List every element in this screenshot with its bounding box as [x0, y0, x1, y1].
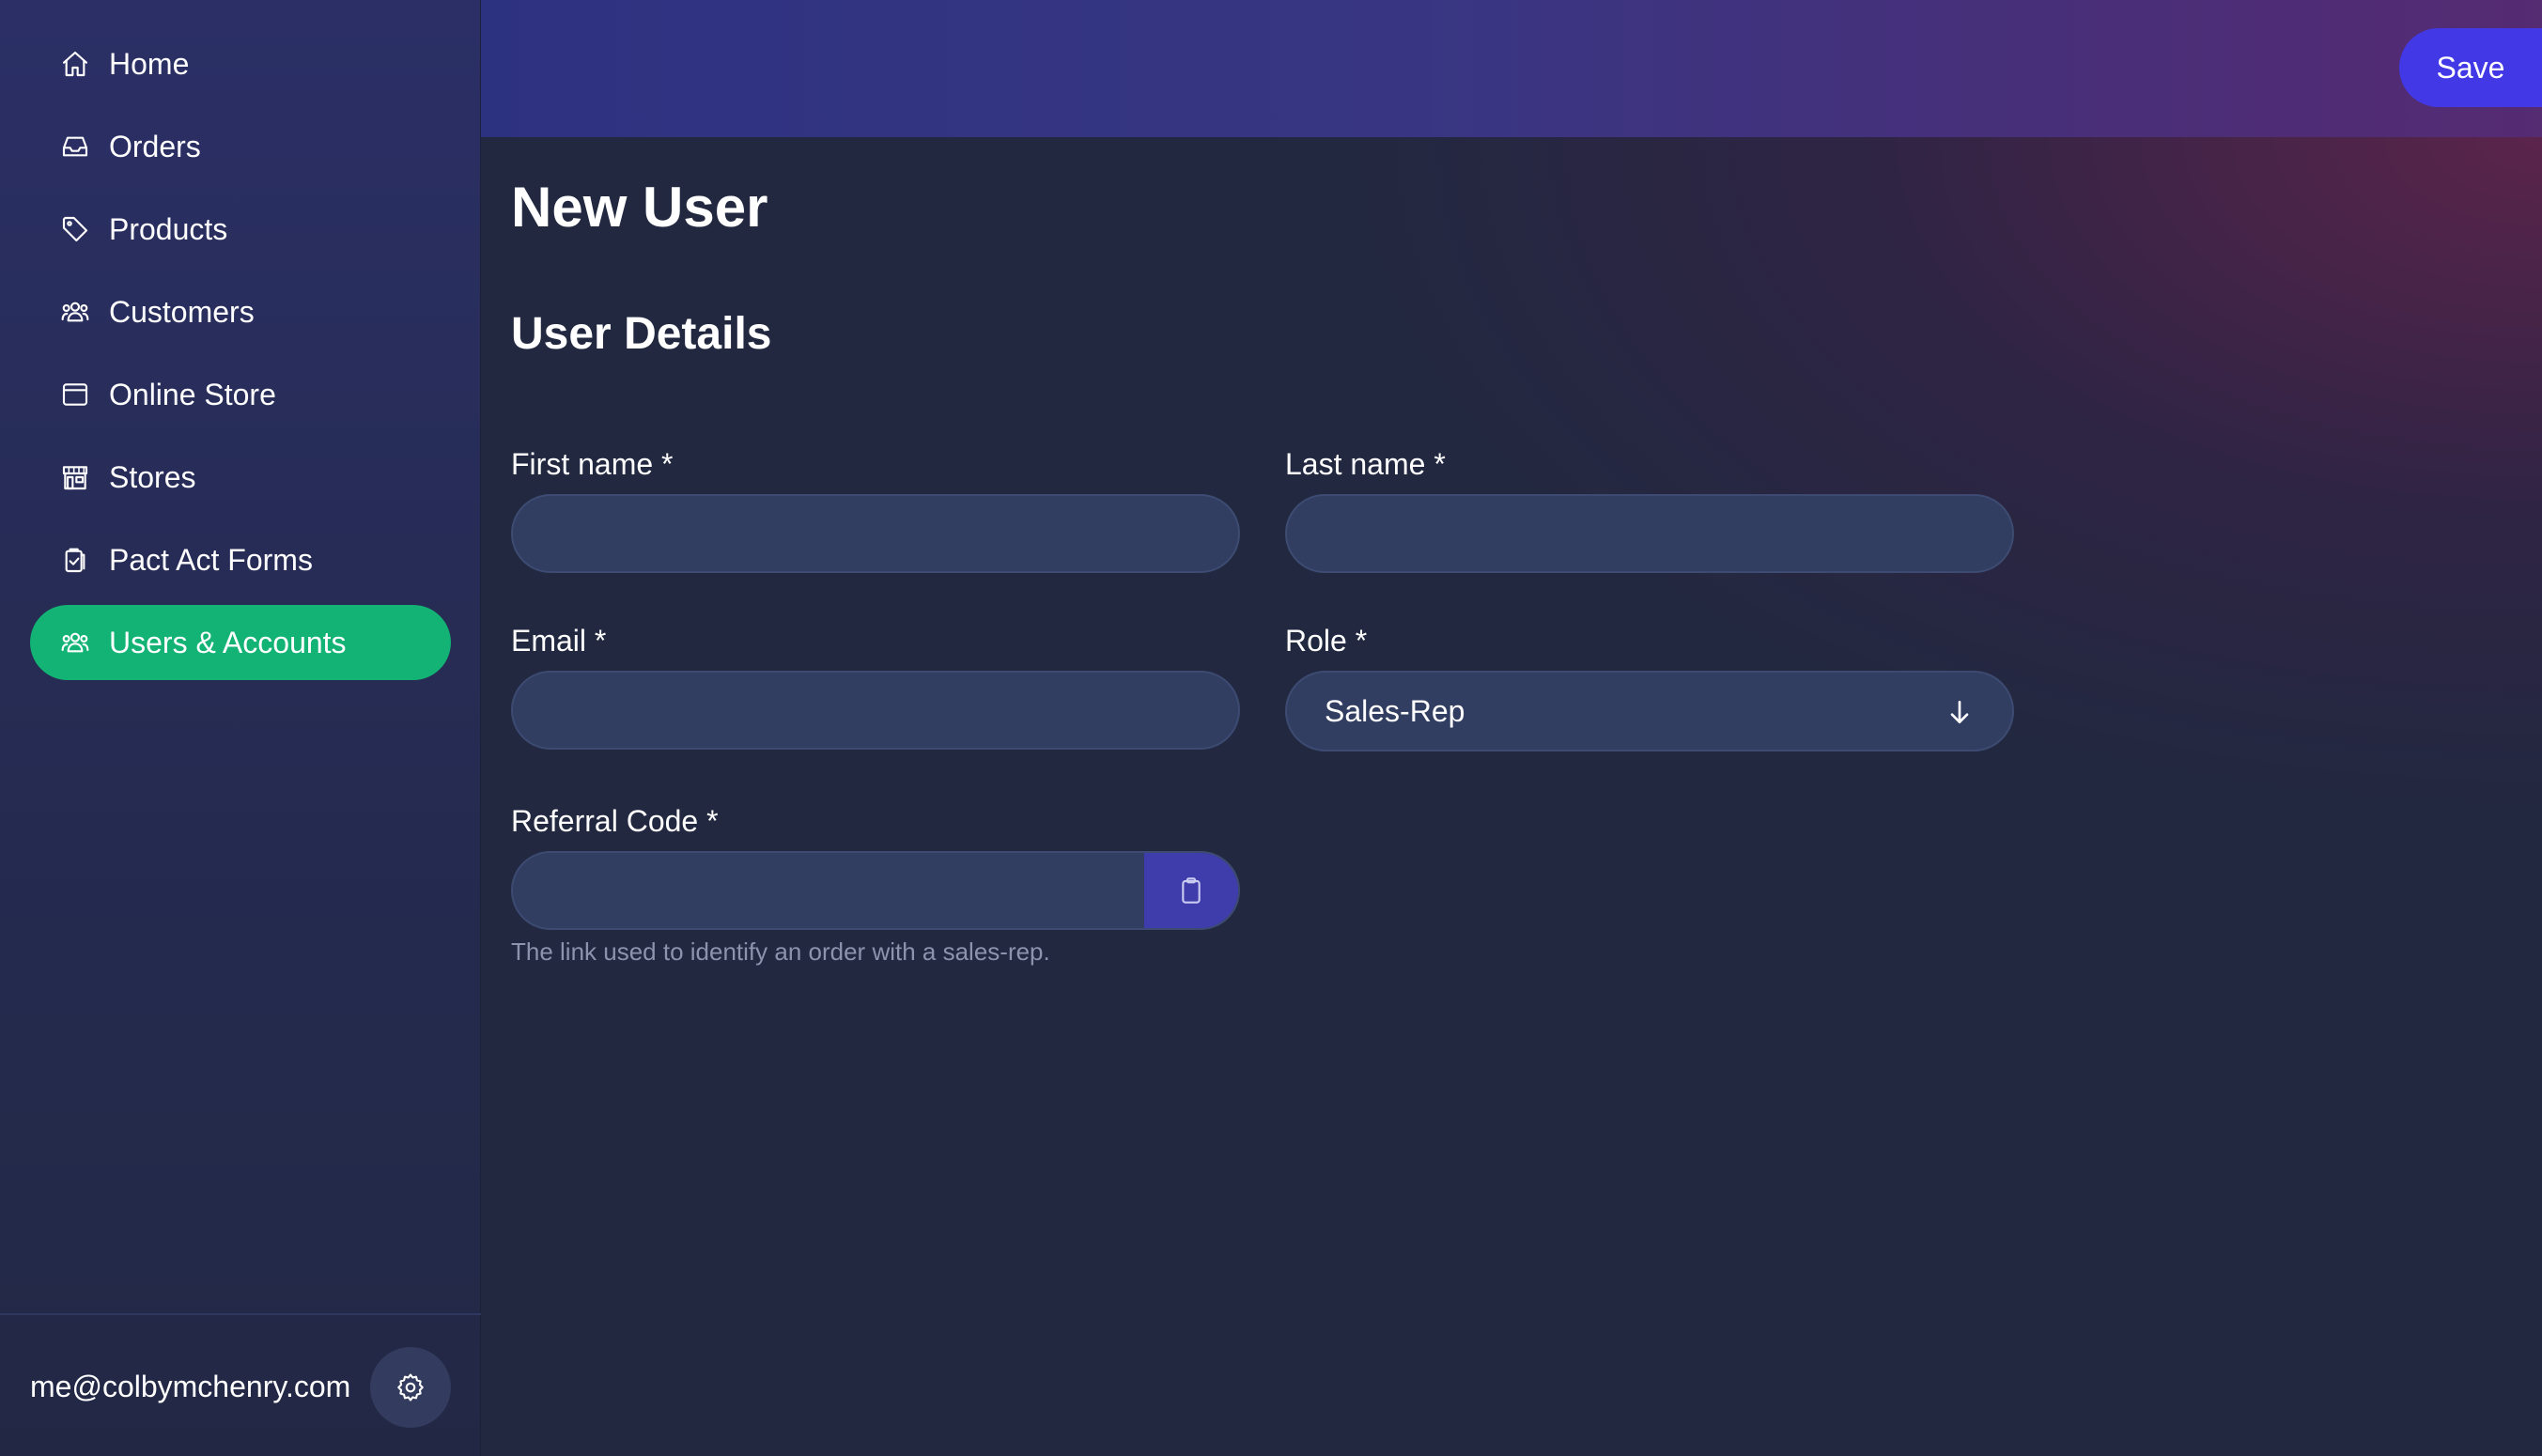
- referral-code-help: The link used to identify an order with …: [511, 937, 1050, 966]
- last-name-label: Last name *: [1285, 447, 1446, 481]
- storefront-icon: [60, 462, 90, 492]
- user-email: me@colbymchenry.com: [30, 1370, 351, 1403]
- sidebar-item-label: Customers: [109, 294, 255, 329]
- sidebar-item-label: Orders: [109, 129, 201, 163]
- email-label: Email *: [511, 624, 607, 658]
- topbar: Save: [481, 0, 2542, 137]
- last-name-input[interactable]: [1285, 494, 2014, 573]
- tag-icon: [60, 214, 90, 244]
- clipboard-check-icon: [60, 545, 90, 575]
- referral-code-label: Referral Code *: [511, 804, 719, 838]
- sidebar-item-stores[interactable]: Stores: [30, 440, 451, 515]
- main-content: New User User Details First name * Last …: [481, 137, 2542, 1456]
- sidebar-item-pact-act-forms[interactable]: Pact Act Forms: [30, 522, 451, 597]
- section-title: User Details: [511, 309, 772, 359]
- app: Home Orders Products Customers Online St…: [0, 0, 2542, 1456]
- sidebar: Home Orders Products Customers Online St…: [0, 0, 481, 1456]
- clipboard-icon: [1176, 875, 1206, 906]
- sidebar-item-label: Products: [109, 211, 228, 246]
- arrow-down-icon: [1945, 697, 1975, 727]
- first-name-input[interactable]: [511, 494, 1240, 573]
- sidebar-item-orders[interactable]: Orders: [30, 109, 451, 184]
- page-title: New User: [511, 176, 768, 239]
- role-label: Role *: [1285, 624, 1368, 658]
- sidebar-item-label: Stores: [109, 459, 196, 494]
- sidebar-item-products[interactable]: Products: [30, 192, 451, 267]
- users-icon: [60, 297, 90, 327]
- users-icon: [60, 627, 90, 658]
- sidebar-divider: [0, 1313, 481, 1315]
- sidebar-item-label: Users & Accounts: [109, 625, 347, 659]
- sidebar-item-users-accounts[interactable]: Users & Accounts: [30, 605, 451, 680]
- sidebar-item-customers[interactable]: Customers: [30, 274, 451, 349]
- sidebar-item-label: Pact Act Forms: [109, 542, 313, 577]
- settings-button[interactable]: [370, 1347, 451, 1428]
- sidebar-nav: Home Orders Products Customers Online St…: [30, 26, 451, 688]
- inbox-icon: [60, 132, 90, 162]
- role-select[interactable]: Sales-Rep: [1285, 671, 2014, 751]
- save-button[interactable]: Save: [2399, 28, 2542, 107]
- sidebar-item-label: Online Store: [109, 377, 276, 411]
- referral-code-group: [511, 851, 1240, 930]
- home-icon: [60, 49, 90, 79]
- gear-icon: [395, 1371, 426, 1403]
- browser-window-icon: [60, 379, 90, 410]
- email-input[interactable]: [511, 671, 1240, 750]
- sidebar-item-online-store[interactable]: Online Store: [30, 357, 451, 432]
- sidebar-item-home[interactable]: Home: [30, 26, 451, 101]
- first-name-label: First name *: [511, 447, 674, 481]
- sidebar-item-label: Home: [109, 46, 190, 81]
- copy-referral-button[interactable]: [1144, 853, 1238, 928]
- role-select-value: Sales-Rep: [1325, 693, 1465, 728]
- referral-code-input[interactable]: [513, 853, 1146, 928]
